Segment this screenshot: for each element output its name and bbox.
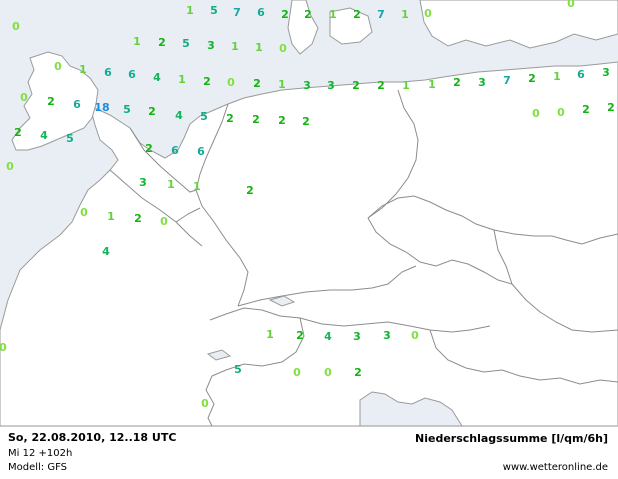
precip-value: 2 (14, 126, 22, 139)
precip-value: 0 (279, 42, 287, 55)
precip-value: 18 (94, 101, 110, 114)
precip-value: 0 (567, 0, 575, 10)
precip-value: 0 (532, 107, 540, 120)
precip-value: 0 (293, 366, 301, 379)
valid-date: So, 22.08.2010, 12..18 UTC (8, 431, 177, 444)
precip-value: 1 (278, 78, 286, 91)
precip-value: 0 (411, 329, 419, 342)
precip-value: 2 (145, 142, 153, 155)
precip-value: 5 (234, 363, 242, 376)
precip-value: 1 (428, 78, 436, 91)
precip-value: 5 (123, 103, 131, 116)
precip-value: 6 (197, 145, 205, 158)
precip-value: 3 (383, 329, 391, 342)
precip-value: 3 (207, 39, 215, 52)
precip-value: 2 (582, 103, 590, 116)
precip-value: 0 (6, 160, 14, 173)
precip-value: 0 (0, 341, 7, 354)
precip-value: 2 (607, 101, 615, 114)
precip-value: 2 (296, 329, 304, 342)
precip-value: 0 (54, 60, 62, 73)
precip-value: 1 (107, 210, 115, 223)
precip-value: 3 (303, 79, 311, 92)
source-url: www.wetteronline.de (502, 462, 608, 473)
precip-value: 2 (304, 8, 312, 21)
precip-value: 3 (353, 330, 361, 343)
precip-value: 4 (153, 71, 161, 84)
precipitation-map: 1 5 7 6 2 2 1 2 7 1 0 0 0 1 2 5 3 1 1 0 0 1 6 6 4 1 2 0 2 1 3 3 2 2 1 1 2 3 7 2… (0, 0, 618, 426)
precip-value: 5 (200, 110, 208, 123)
precip-value: 2 (528, 72, 536, 85)
precip-value: 0 (80, 206, 88, 219)
precip-value: 1 (79, 63, 87, 76)
precip-value: 0 (20, 91, 28, 104)
precip-value: 4 (175, 109, 183, 122)
precip-value: 1 (133, 35, 141, 48)
precip-value: 5 (182, 37, 190, 50)
precip-value: 0 (201, 397, 209, 410)
precip-value: 7 (377, 8, 385, 21)
map-base (0, 0, 618, 426)
map-footer: So, 22.08.2010, 12..18 UTC Mi 12 +102h M… (0, 426, 618, 479)
model-name: Modell: GFS (8, 462, 68, 473)
precip-value: 2 (453, 76, 461, 89)
precip-value: 2 (377, 79, 385, 92)
precip-value: 3 (327, 79, 335, 92)
precip-value: 1 (402, 79, 410, 92)
precip-value: 2 (148, 105, 156, 118)
precip-value: 6 (577, 68, 585, 81)
precip-value: 2 (354, 366, 362, 379)
precip-value: 2 (246, 184, 254, 197)
precip-value: 2 (158, 36, 166, 49)
precip-value: 0 (557, 106, 565, 119)
precip-value: 7 (503, 74, 511, 87)
precip-value: 2 (203, 75, 211, 88)
precip-value: 4 (102, 245, 110, 258)
precip-value: 1 (553, 70, 561, 83)
precip-value: 1 (186, 4, 194, 17)
precip-value: 1 (193, 180, 201, 193)
precip-value: 6 (128, 68, 136, 81)
precip-value: 0 (12, 20, 20, 33)
precip-value: 6 (73, 98, 81, 111)
precip-value: 2 (252, 113, 260, 126)
precip-value: 6 (104, 66, 112, 79)
precip-value: 2 (352, 79, 360, 92)
precip-value: 1 (231, 40, 239, 53)
precip-value: 4 (324, 330, 332, 343)
precip-value: 2 (302, 115, 310, 128)
precip-value: 6 (171, 144, 179, 157)
precip-value: 0 (324, 366, 332, 379)
precip-value: 7 (233, 6, 241, 19)
precip-value: 1 (178, 73, 186, 86)
precip-value: 2 (253, 77, 261, 90)
precip-value: 3 (478, 76, 486, 89)
model-run: Mi 12 +102h (8, 448, 73, 459)
precip-value: 0 (160, 215, 168, 228)
precip-value: 5 (66, 132, 74, 145)
precip-value: 3 (139, 176, 147, 189)
precip-value: 1 (401, 8, 409, 21)
precip-value: 2 (226, 112, 234, 125)
precip-value: 1 (167, 178, 175, 191)
precip-value: 2 (281, 8, 289, 21)
precip-value: 2 (134, 212, 142, 225)
precip-value: 1 (255, 41, 263, 54)
precip-value: 6 (257, 6, 265, 19)
precip-value: 1 (266, 328, 274, 341)
precip-value: 0 (424, 7, 432, 20)
precip-value: 3 (602, 66, 610, 79)
precip-value: 5 (210, 4, 218, 17)
precip-value: 0 (227, 76, 235, 89)
precip-value: 4 (40, 129, 48, 142)
precip-value: 1 (329, 8, 337, 21)
precip-value: 2 (353, 8, 361, 21)
map-title: Niederschlagssumme [l/qm/6h] (415, 432, 608, 445)
precip-value: 2 (278, 114, 286, 127)
precip-value: 2 (47, 95, 55, 108)
